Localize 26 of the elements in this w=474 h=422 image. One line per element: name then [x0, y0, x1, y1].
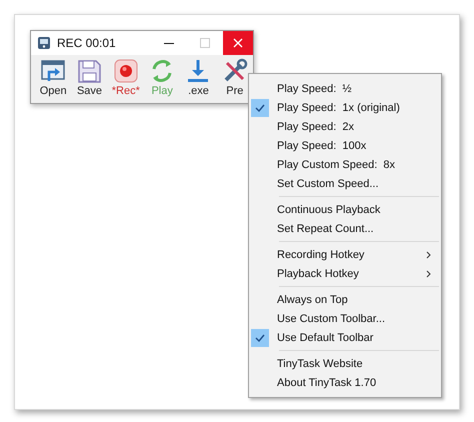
menu-item[interactable]: Always on Top — [277, 294, 348, 306]
toolbar-button[interactable]: .exe — [180, 57, 217, 97]
menu-item[interactable]: Play Custom Speed: 8x — [277, 158, 396, 170]
toolbar-button[interactable]: Open — [35, 57, 72, 97]
toolbar-button[interactable]: Save — [71, 57, 108, 97]
menu-item[interactable]: TinyTask Website — [277, 358, 363, 370]
menu-item[interactable]: Set Custom Speed... — [277, 178, 378, 190]
menu-item[interactable]: Play Speed: ½ — [277, 82, 352, 94]
menu-item[interactable]: Recording Hotkey — [277, 248, 364, 260]
maximize-icon — [200, 38, 210, 48]
app-icon — [37, 36, 51, 50]
menu-item[interactable]: Use Custom Toolbar... — [277, 312, 386, 324]
menu-item[interactable]: About TinyTask 1.70 — [277, 376, 376, 388]
menu-item[interactable]: Play Speed: 2x — [277, 120, 354, 132]
record-icon — [112, 57, 140, 85]
menu-item[interactable]: Playback Hotkey — [277, 268, 359, 280]
menu-item[interactable]: Play Speed: 1x (original) — [277, 102, 400, 114]
close-button[interactable] — [223, 31, 253, 55]
menu-item[interactable]: Continuous Playback — [277, 204, 380, 216]
toolbar-button[interactable]: Pre — [216, 57, 253, 97]
menu-item[interactable]: Play Speed: 100x — [277, 140, 366, 152]
menu-item[interactable]: Set Repeat Count... — [277, 222, 374, 234]
close-icon — [233, 38, 243, 48]
menu-item[interactable]: Use Default Toolbar — [277, 332, 374, 344]
toolbar-button[interactable]: *Rec* — [108, 57, 144, 97]
window-title: REC 00:01 — [57, 36, 117, 50]
